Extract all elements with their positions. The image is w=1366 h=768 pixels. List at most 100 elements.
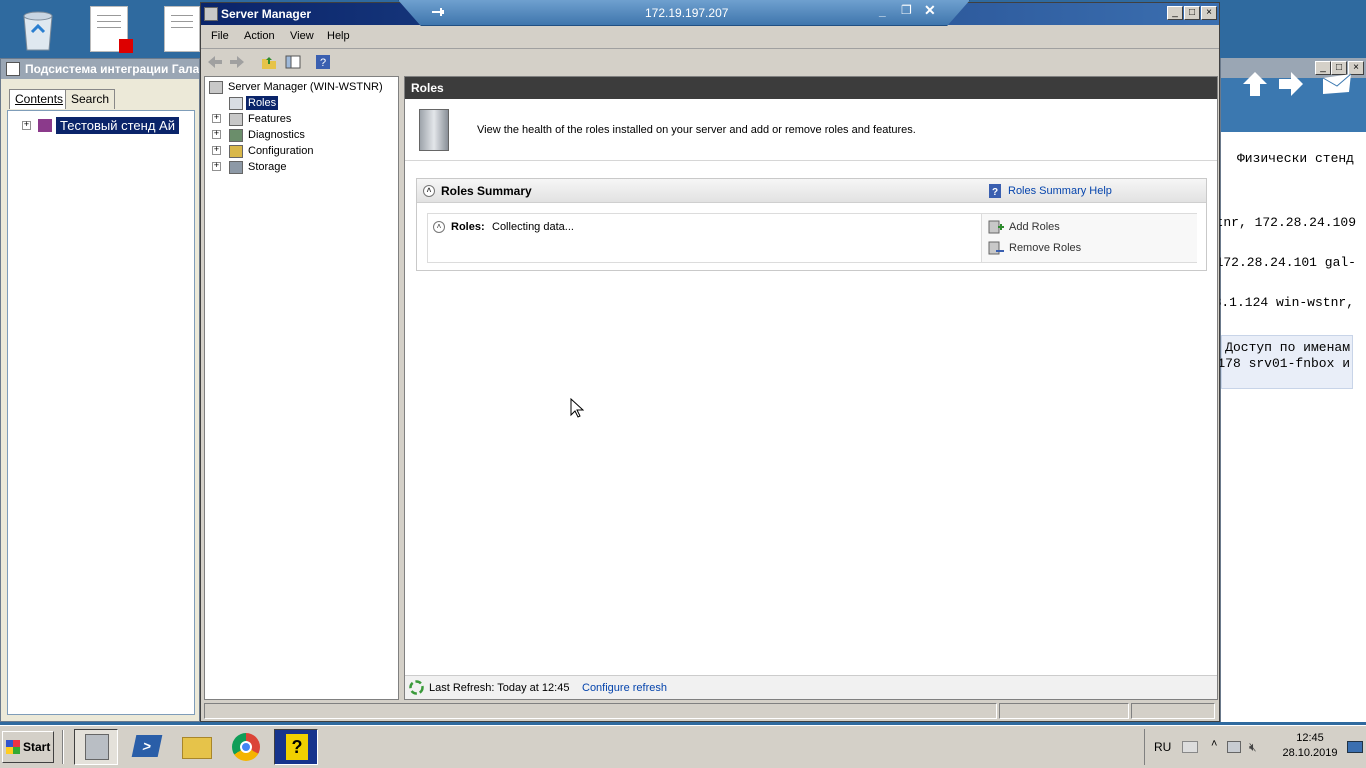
intro-text: View the health of the roles installed o… xyxy=(477,124,916,136)
mail-icon[interactable] xyxy=(1321,72,1353,96)
start-label: Start xyxy=(23,740,51,754)
folder-icon xyxy=(182,737,212,759)
background-help-window: _ □ × Физически стенд stnr, 172.28.24.10… xyxy=(1206,58,1366,722)
show-hidden-icons-icon[interactable]: ˄ xyxy=(1211,738,1217,750)
help-book-icon: ? xyxy=(989,184,1001,198)
pdf-document-icon[interactable] xyxy=(90,6,133,53)
refresh-bar: Last Refresh: Today at 12:45 Configure r… xyxy=(405,675,1217,699)
taskbar-server-manager[interactable] xyxy=(74,729,118,765)
help-book-icon xyxy=(6,62,20,76)
taskbar-chrome[interactable] xyxy=(224,729,268,765)
server-manager-icon xyxy=(204,7,218,21)
document-icon[interactable] xyxy=(164,6,200,52)
roles-summary-title: Roles Summary xyxy=(441,184,532,198)
console-tree: Server Manager (WIN-WSTNR) Roles + Featu… xyxy=(204,76,399,700)
menu-view[interactable]: View xyxy=(290,30,314,42)
configure-refresh-link[interactable]: Configure refresh xyxy=(582,682,667,694)
show-desktop-icon[interactable] xyxy=(1347,741,1363,753)
maximize-button[interactable]: □ xyxy=(1184,6,1200,20)
tree-item-features[interactable]: Features xyxy=(248,113,291,125)
help-text-line: 172.28.24.101 gal- xyxy=(1215,255,1356,270)
collapse-roles-icon[interactable]: ˄ xyxy=(433,221,445,233)
help-icon[interactable]: ? xyxy=(315,54,331,70)
forward-icon[interactable] xyxy=(229,54,245,70)
rdp-restore-icon[interactable]: ❐ xyxy=(901,3,912,17)
help-text-line: Физически стенд xyxy=(1236,151,1354,166)
tree-item-diagnostics[interactable]: Diagnostics xyxy=(248,129,305,141)
clock-time[interactable]: 12:45 xyxy=(1283,732,1337,744)
show-hide-console-tree-icon[interactable] xyxy=(285,54,301,70)
add-roles-link[interactable]: Add Roles xyxy=(1009,221,1060,233)
tree-root[interactable]: Server Manager (WIN-WSTNR) xyxy=(228,81,383,93)
configuration-icon xyxy=(229,145,243,158)
rdp-minimize-icon[interactable]: _ xyxy=(879,4,886,18)
minimize-button[interactable]: _ xyxy=(1167,6,1183,20)
expand-icon[interactable]: + xyxy=(22,121,31,130)
collapse-icon[interactable]: ˄ xyxy=(423,185,435,197)
add-roles-icon xyxy=(988,220,1004,234)
last-refresh-text: Last Refresh: Today at 12:45 xyxy=(429,682,570,694)
help-toolbar xyxy=(1221,72,1366,132)
expand-configuration-icon[interactable]: + xyxy=(212,146,221,155)
arrow-up-icon[interactable] xyxy=(1241,70,1269,98)
close-button[interactable]: × xyxy=(1201,6,1217,20)
server-manager-icon xyxy=(85,734,109,760)
toolbar: ? xyxy=(201,48,1219,74)
recycle-bin-icon[interactable] xyxy=(16,6,60,54)
taskbar-powershell[interactable]: > xyxy=(124,729,168,765)
help-note-line: Доступ по именам xyxy=(1225,340,1350,355)
pin-icon[interactable] xyxy=(431,6,445,18)
help-window: Подсистема интеграции Гала Contents Sear… xyxy=(0,58,200,722)
language-indicator[interactable]: RU xyxy=(1154,740,1171,754)
system-tray: RU ˄ 🔇︎ 12:45 28.10.2019 xyxy=(1144,729,1366,765)
tree-item-stand[interactable]: Тестовый стенд Ай xyxy=(56,117,179,134)
features-icon xyxy=(229,113,243,126)
tree-item-roles[interactable]: Roles xyxy=(246,96,279,110)
rdp-close-icon[interactable]: ✕ xyxy=(924,2,936,19)
roles-label: Roles: xyxy=(451,221,485,233)
svg-text:?: ? xyxy=(320,57,326,69)
server-manager-window: Server Manager _ □ × File Action View He… xyxy=(200,2,1220,722)
network-icon[interactable] xyxy=(1227,741,1241,753)
taskbar: Start > ? RU ˄ 🔇︎ 12:45 28.10.2019 xyxy=(0,725,1366,768)
remove-roles-link[interactable]: Remove Roles xyxy=(1009,242,1081,254)
roles-intro: View the health of the roles installed o… xyxy=(405,99,1217,161)
roles-summary-help-link[interactable]: Roles Summary Help xyxy=(1008,179,1112,203)
expand-storage-icon[interactable]: + xyxy=(212,162,221,171)
expand-features-icon[interactable]: + xyxy=(212,114,221,123)
taskbar-help[interactable]: ? xyxy=(274,729,318,765)
remove-roles-icon xyxy=(988,241,1004,255)
storage-icon xyxy=(229,161,243,174)
help-note-box: Доступ по именам 178 srv01-fnbox и xyxy=(1217,335,1353,389)
help-text-line: 28.1.124 win-wstnr, xyxy=(1205,295,1354,310)
roles-status: Collecting data... xyxy=(492,221,574,233)
menu-file[interactable]: File xyxy=(211,30,229,42)
menu-action[interactable]: Action xyxy=(244,30,275,42)
tab-contents[interactable]: Contents xyxy=(9,89,70,109)
menu-help[interactable]: Help xyxy=(327,30,350,42)
roles-status-row: ˄ Roles: Collecting data... Add Roles Re… xyxy=(427,213,1197,263)
tree-item-configuration[interactable]: Configuration xyxy=(248,145,313,157)
help-question-icon: ? xyxy=(286,734,308,760)
mouse-cursor-icon xyxy=(570,398,584,418)
book-icon xyxy=(38,119,52,132)
volume-muted-icon[interactable]: 🔇︎ xyxy=(1249,740,1257,755)
powershell-icon: > xyxy=(131,735,163,757)
pane-title: Roles xyxy=(405,77,1217,99)
help-text-line: stnr, 172.28.24.109 xyxy=(1207,215,1356,230)
svg-text:?: ? xyxy=(992,187,998,198)
tree-item-storage[interactable]: Storage xyxy=(248,161,287,173)
arrow-right-icon[interactable] xyxy=(1277,70,1305,98)
expand-diagnostics-icon[interactable]: + xyxy=(212,130,221,139)
keyboard-icon[interactable] xyxy=(1182,741,1198,753)
back-icon[interactable] xyxy=(207,54,223,70)
taskbar-explorer[interactable] xyxy=(174,729,218,765)
up-folder-icon[interactable] xyxy=(261,54,277,70)
clock-date[interactable]: 28.10.2019 xyxy=(1279,747,1341,759)
roles-icon xyxy=(229,97,243,110)
roles-actions: Add Roles Remove Roles xyxy=(981,214,1197,262)
rdp-connection-bar: 172.19.197.207 _ ❐ ✕ xyxy=(398,0,970,26)
tab-search[interactable]: Search xyxy=(65,89,116,109)
start-button[interactable]: Start xyxy=(2,731,54,763)
refresh-icon[interactable] xyxy=(409,680,424,695)
